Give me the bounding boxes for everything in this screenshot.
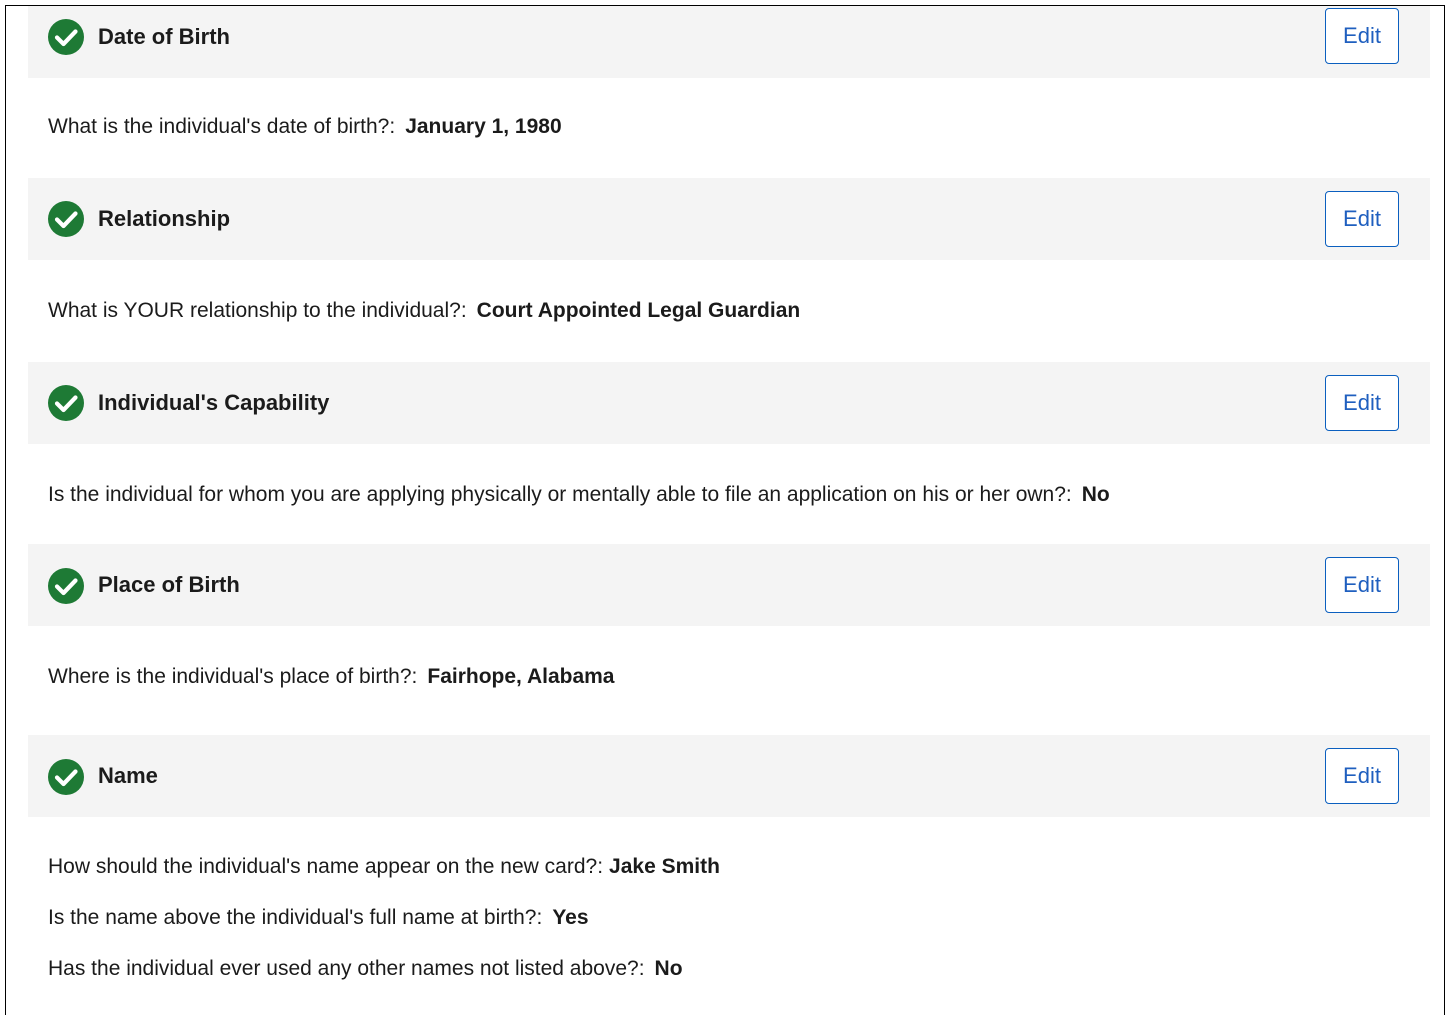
section-header-relationship: Relationship Edit [28,178,1430,260]
section-body-name: How should the individual's name appear … [28,817,1430,1015]
check-circle-icon [48,385,84,421]
section-title: Name [98,763,158,788]
section-body-relationship: What is YOUR relationship to the individ… [28,260,1430,362]
answer-text: Court Appointed Legal Guardian [476,299,801,322]
review-page: Date of Birth Edit What is the individua… [5,5,1445,1015]
answer-text: Fairhope, Alabama [427,665,615,688]
qa-row: Has the individual ever used any other n… [48,956,683,982]
check-circle-icon [48,201,84,237]
answer-text: No [654,957,683,980]
question-text: Is the name above the individual's full … [48,906,543,929]
edit-capability-button[interactable]: Edit [1325,375,1399,431]
check-circle-icon [48,568,84,604]
check-circle-icon [48,759,84,795]
answer-text: No [1081,483,1110,506]
section-title: Place of Birth [98,572,240,597]
section-body-place-of-birth: Where is the individual's place of birth… [28,626,1430,735]
qa-row: What is the individual's date of birth?:… [48,114,562,140]
qa-row: Where is the individual's place of birth… [48,664,614,690]
question-text: What is the individual's date of birth?: [48,115,396,138]
section-title: Individual's Capability [98,390,330,415]
question-text: Has the individual ever used any other n… [48,957,645,980]
section-body-date-of-birth: What is the individual's date of birth?:… [28,78,1430,178]
edit-date-of-birth-button[interactable]: Edit [1325,8,1399,64]
qa-row: What is YOUR relationship to the individ… [48,298,800,324]
edit-name-button[interactable]: Edit [1325,748,1399,804]
section-header-capability: Individual's Capability Edit [28,362,1430,444]
section-header-name: Name Edit [28,735,1430,817]
answer-text: Yes [552,906,589,929]
qa-row: Is the individual for whom you are apply… [48,482,1110,508]
answer-text: January 1, 1980 [405,115,562,138]
section-header-place-of-birth: Place of Birth Edit [28,544,1430,626]
question-text: Is the individual for whom you are apply… [48,483,1072,506]
edit-relationship-button[interactable]: Edit [1325,191,1399,247]
section-title: Date of Birth [98,24,230,49]
section-title: Relationship [98,206,231,231]
qa-row: How should the individual's name appear … [48,854,720,880]
question-text: How should the individual's name appear … [48,855,604,878]
edit-place-of-birth-button[interactable]: Edit [1325,557,1399,613]
section-header-date-of-birth: Date of Birth Edit [28,6,1430,78]
question-text: What is YOUR relationship to the individ… [48,299,467,322]
answer-text: Jake Smith [609,855,720,878]
section-body-capability: Is the individual for whom you are apply… [28,444,1430,544]
qa-row: Is the name above the individual's full … [48,905,589,931]
check-circle-icon [48,19,84,55]
question-text: Where is the individual's place of birth… [48,665,418,688]
